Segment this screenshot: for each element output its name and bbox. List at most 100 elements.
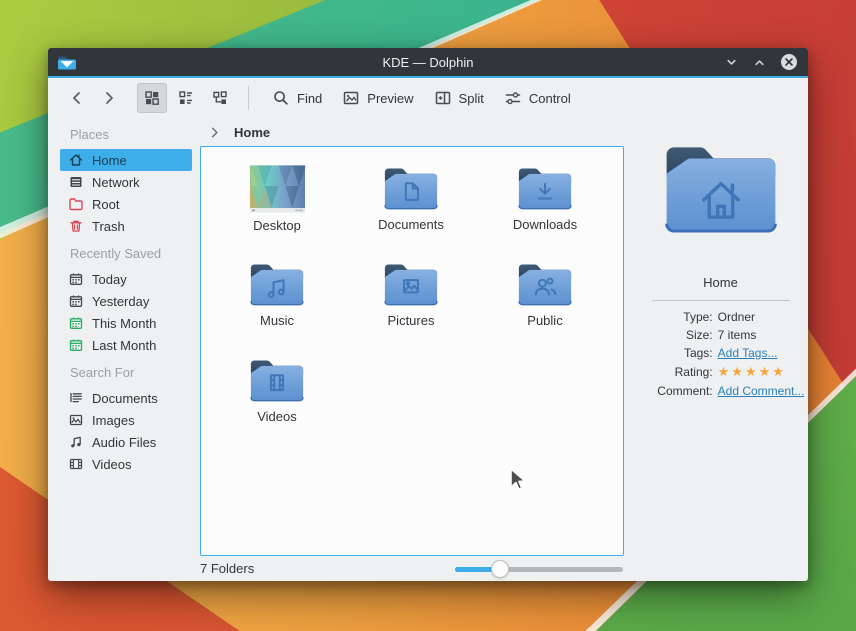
zoom-slider-handle[interactable] [491,560,509,578]
forward-button[interactable] [93,83,125,113]
add-tags-link[interactable]: Add Tags... [718,346,805,360]
folder-desktop[interactable]: Desktop [210,160,344,256]
folder-downloads[interactable]: Downloads [478,160,612,256]
details-view-button[interactable] [205,83,235,113]
find-button[interactable]: Find [262,83,332,113]
rating-stars[interactable]: ★★★★★ [718,364,805,380]
sidebar-item-images[interactable]: Images [60,409,192,431]
folder-label: Desktop [253,218,301,233]
zoom-slider[interactable] [455,560,623,578]
sidebar-item-label: Videos [92,457,132,472]
minimize-button[interactable] [724,55,739,70]
sidebar-item-documents[interactable]: Documents [60,387,192,409]
folder-documents[interactable]: Documents [344,160,478,256]
preview-button[interactable]: Preview [332,83,423,113]
control-sliders-icon [504,89,522,107]
add-comment-link[interactable]: Add Comment... [718,384,805,398]
status-text: 7 Folders [200,561,254,576]
split-label: Split [459,91,484,106]
sidebar-item-label: This Month [92,316,156,331]
folder-music-icon [249,261,305,308]
sidebar-item-this-month[interactable]: This Month [60,312,192,334]
calendar-icon [68,271,84,287]
dolphin-window: KDE — Dolphin [48,48,808,581]
split-icon [434,89,452,107]
sidebar-item-audio-files[interactable]: Audio Files [60,431,192,453]
search-icon [272,89,290,107]
section-title-places: Places [70,127,200,142]
film-icon [68,456,84,472]
section-title-recently-saved: Recently Saved [70,246,200,261]
sidebar-item-label: Yesterday [92,294,149,309]
root-folder-icon [68,196,84,212]
preview-label: Preview [367,91,413,106]
folder-label: Music [260,313,294,328]
sidebar-item-label: Documents [92,391,158,406]
calendar-green-icon [68,337,84,353]
back-button[interactable] [61,83,93,113]
sidebar-item-label: Root [92,197,119,212]
folder-music[interactable]: Music [210,256,344,352]
info-title: Home [703,275,738,290]
sidebar-item-root[interactable]: Root [60,193,192,215]
sidebar-item-label: Trash [92,219,125,234]
folder-public-icon [517,261,573,308]
sidebar-item-label: Network [92,175,140,190]
info-divider [652,300,790,301]
breadcrumb-location[interactable]: Home [234,125,270,140]
folder-videos-icon [249,357,305,404]
folder-label: Pictures [388,313,435,328]
toolbar: Find Preview Split [48,78,808,118]
find-label: Find [297,91,322,106]
window-title: KDE — Dolphin [48,55,808,70]
breadcrumb[interactable]: Home [200,118,633,146]
info-type-value: Ordner [718,310,805,324]
folder-pictures-icon [383,261,439,308]
info-size-label: Size: [637,328,713,342]
section-title-search-for: Search For [70,365,200,380]
desktop-preview-thumbnail [249,165,306,213]
sidebar-item-today[interactable]: Today [60,268,192,290]
desktop-background: KDE — Dolphin [0,0,856,631]
info-tags-label: Tags: [637,346,713,360]
preview-icon [342,89,360,107]
calendar-green-icon [68,315,84,331]
titlebar[interactable]: KDE — Dolphin [48,48,808,76]
sidebar-item-label: Audio Files [92,435,156,450]
compact-view-button[interactable] [171,83,201,113]
sidebar-item-trash[interactable]: Trash [60,215,192,237]
split-button[interactable]: Split [424,83,494,113]
folder-view[interactable]: Desktop Documents [200,146,624,556]
folder-label: Videos [257,409,297,424]
control-label: Control [529,91,571,106]
folder-downloads-icon [517,165,573,212]
home-folder-preview-icon [663,140,779,238]
sidebar-item-network[interactable]: Network [60,171,192,193]
status-bar: 7 Folders [48,556,808,581]
sidebar-item-last-month[interactable]: Last Month [60,334,192,356]
sidebar-item-label: Home [92,153,127,168]
folder-pictures[interactable]: Pictures [344,256,478,352]
folder-label: Downloads [513,217,577,232]
places-panel: Places Home Network [48,118,200,556]
folder-label: Public [527,313,562,328]
sidebar-item-label: Images [92,413,135,428]
info-size-value: 7 items [718,328,805,342]
sidebar-item-videos[interactable]: Videos [60,453,192,475]
sidebar-item-home[interactable]: Home [60,149,192,171]
sidebar-item-label: Today [92,272,127,287]
close-button[interactable] [780,53,798,71]
info-type-label: Type: [637,310,713,324]
maximize-button[interactable] [752,55,767,70]
sidebar-item-yesterday[interactable]: Yesterday [60,290,192,312]
folder-videos[interactable]: Videos [210,352,344,448]
home-icon [68,152,84,168]
sidebar-item-label: Last Month [92,338,156,353]
document-lines-icon [68,390,84,406]
folder-public[interactable]: Public [478,256,612,352]
info-comment-label: Comment: [637,384,713,398]
chevron-right-icon [207,125,222,140]
control-button[interactable]: Control [494,83,581,113]
icons-view-button[interactable] [137,83,167,113]
information-panel: Home Type: Ordner Size: 7 items Tags: Ad… [633,118,808,556]
